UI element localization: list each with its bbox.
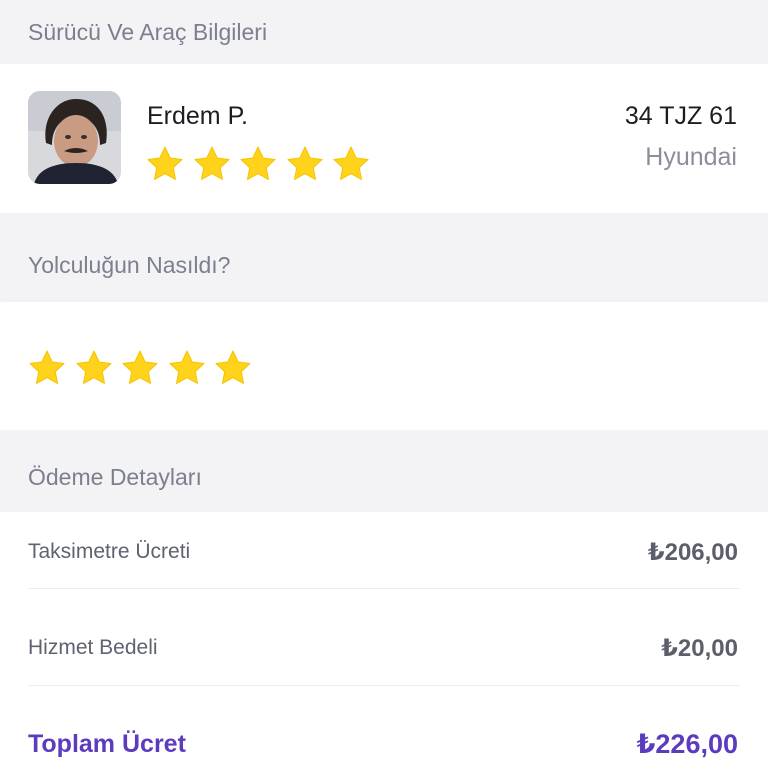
payment-card: Taksimetre Ücreti ₺206,00 Hizmet Bedeli … <box>0 512 768 768</box>
payment-row-value: ₺20,00 <box>661 634 738 662</box>
star-icon <box>147 146 183 180</box>
driver-rating <box>145 144 378 184</box>
vehicle-brand: Hyundai <box>645 143 737 171</box>
payment-section-header: Ödeme Detayları <box>0 430 768 512</box>
star-icon[interactable] <box>167 348 207 388</box>
payment-section-title: Ödeme Detayları <box>28 463 202 490</box>
star-icon <box>333 146 369 180</box>
ride-section-title: Yolculuğun Nasıldı? <box>28 252 231 278</box>
divider <box>28 685 740 686</box>
driver-section-header: Sürücü Ve Araç Bilgileri <box>0 0 768 64</box>
payment-row-taximeter: Taksimetre Ücreti ₺206,00 <box>28 534 738 570</box>
star-icon[interactable] <box>74 348 114 388</box>
star-icon <box>287 146 322 180</box>
total-label: Toplam Ücret <box>28 729 186 758</box>
total-value: ₺226,00 <box>636 728 738 759</box>
ride-section-header: Yolculuğun Nasıldı? <box>0 213 768 302</box>
driver-name: Erdem P. <box>147 102 248 130</box>
payment-row-label: Taksimetre Ücreti <box>28 540 191 563</box>
vehicle-plate: 34 TJZ 61 <box>624 102 737 130</box>
star-icon[interactable] <box>213 348 253 388</box>
divider <box>28 588 740 589</box>
driver-card: Erdem P. 34 TJZ 61 Hyundai <box>0 64 768 213</box>
star-icon <box>240 146 276 180</box>
star-icon <box>194 146 229 180</box>
payment-row-value: ₺206,00 <box>647 538 738 566</box>
star-icon[interactable] <box>27 348 67 388</box>
ride-rating-stars[interactable] <box>27 348 260 388</box>
payment-row-label: Hizmet Bedeli <box>28 636 158 659</box>
payment-row-service-fee: Hizmet Bedeli ₺20,00 <box>28 630 738 666</box>
driver-avatar <box>28 91 121 184</box>
star-icon[interactable] <box>120 348 160 388</box>
payment-row-total: Toplam Ücret ₺226,00 <box>28 725 738 763</box>
ride-rating-card <box>0 302 768 430</box>
driver-section-title: Sürücü Ve Araç Bilgileri <box>28 18 268 45</box>
